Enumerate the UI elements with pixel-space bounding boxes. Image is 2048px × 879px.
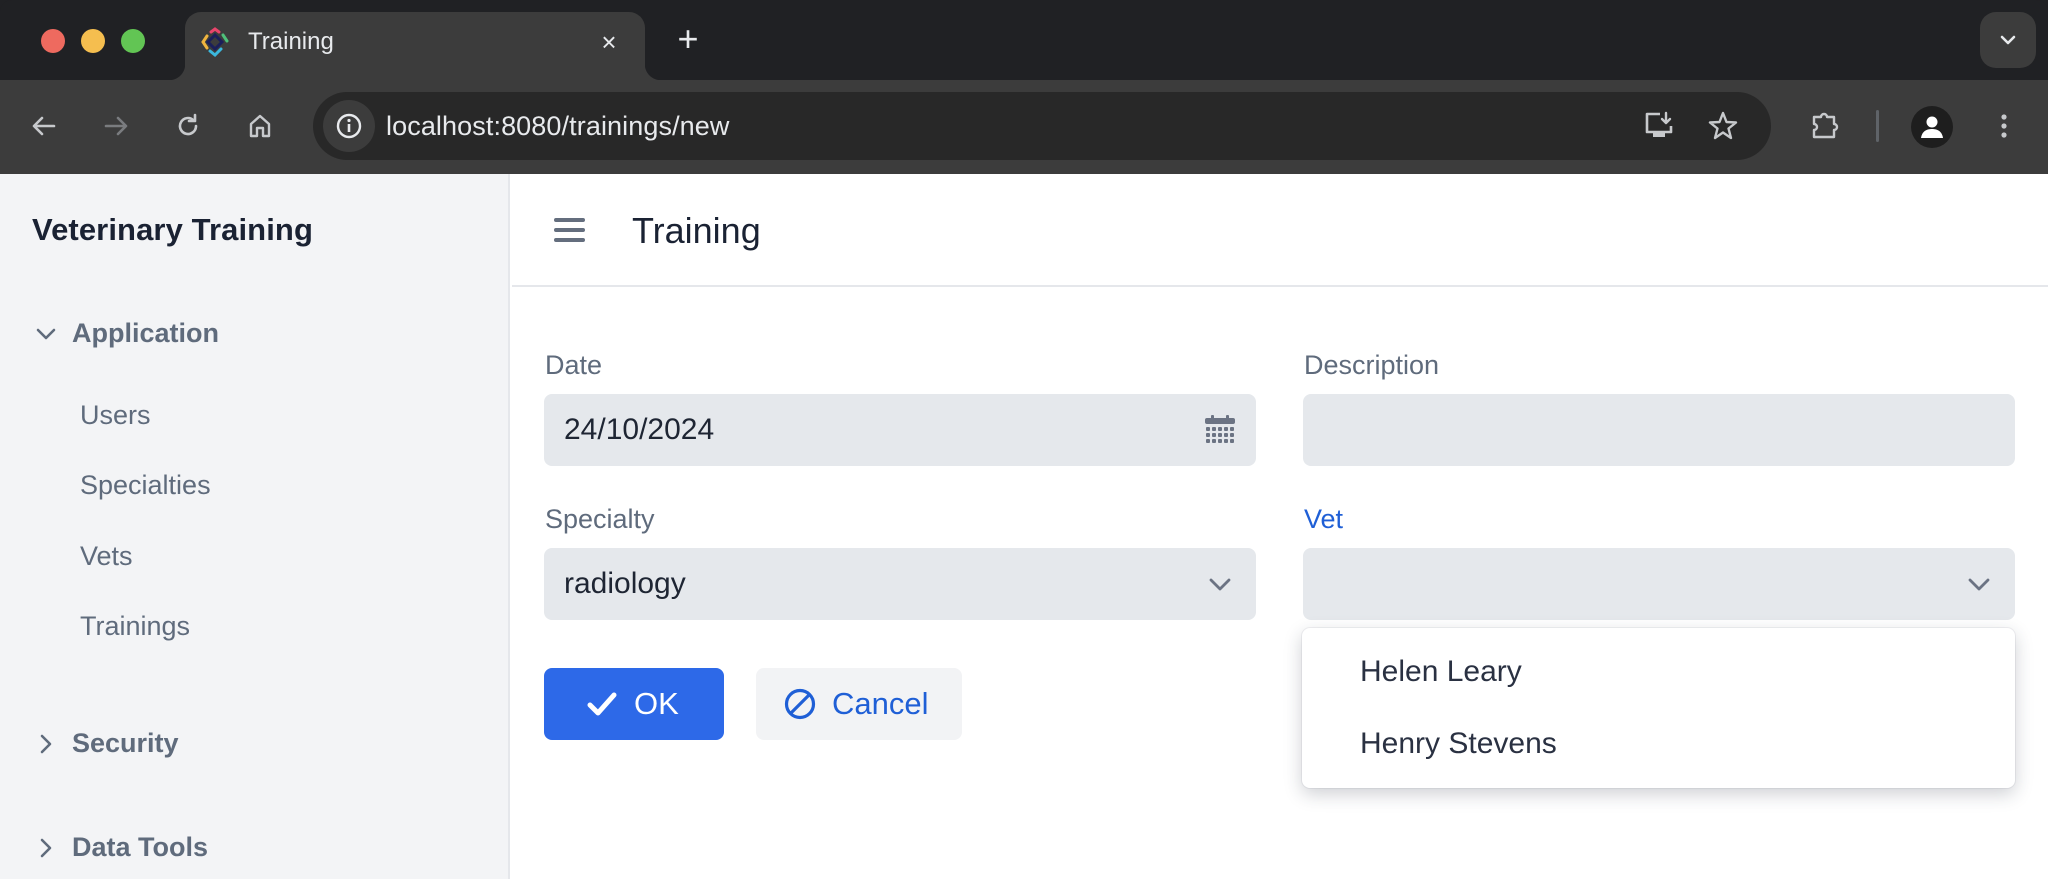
menu-toggle-button[interactable] bbox=[552, 214, 588, 246]
install-desktop-icon bbox=[1645, 111, 1673, 137]
sidebar-group-security[interactable]: Security bbox=[32, 728, 179, 759]
specialty-select[interactable]: radiology bbox=[544, 548, 1256, 620]
reload-icon bbox=[178, 113, 198, 136]
sidebar-group-label: Security bbox=[72, 728, 179, 758]
main-area: Training Date 24/10/2024 Description Spe… bbox=[512, 174, 2048, 879]
new-tab-button[interactable]: + bbox=[668, 20, 708, 60]
sidebar-item-trainings[interactable]: Trainings bbox=[80, 611, 190, 642]
toolbar-divider bbox=[1876, 110, 1879, 142]
arrow-left-icon bbox=[32, 116, 56, 136]
back-button[interactable] bbox=[20, 102, 68, 150]
browser-menu-button[interactable] bbox=[1980, 102, 2028, 150]
browser-toolbar: localhost:8080/trainings/new bbox=[0, 80, 2048, 174]
check-icon bbox=[584, 686, 620, 722]
forward-button[interactable] bbox=[92, 102, 140, 150]
sidebar-group-label: Application bbox=[72, 318, 219, 348]
tab-close-icon[interactable]: × bbox=[593, 26, 625, 58]
vet-dropdown-list: Helen Leary Henry Stevens bbox=[1302, 628, 2015, 788]
bookmark-button[interactable] bbox=[1699, 102, 1747, 150]
app-favicon-icon bbox=[201, 27, 229, 58]
url-text[interactable]: localhost:8080/trainings/new bbox=[386, 92, 730, 160]
date-field[interactable]: 24/10/2024 bbox=[544, 394, 1256, 466]
window-minimize-button[interactable] bbox=[81, 29, 105, 53]
browser-tab-active[interactable]: Training × bbox=[169, 12, 661, 80]
page-content: Veterinary Training Application Users Sp… bbox=[0, 174, 2048, 879]
window-close-button[interactable] bbox=[41, 29, 65, 53]
site-info-button[interactable] bbox=[323, 100, 375, 152]
window-zoom-button[interactable] bbox=[121, 29, 145, 53]
extensions-button[interactable] bbox=[1801, 102, 1849, 150]
sidebar-group-data-tools[interactable]: Data Tools bbox=[32, 832, 208, 863]
sidebar-item-users[interactable]: Users bbox=[80, 400, 151, 431]
sidebar-item-vets[interactable]: Vets bbox=[80, 541, 133, 572]
calendar-icon[interactable] bbox=[1204, 414, 1236, 446]
app-title: Veterinary Training bbox=[32, 212, 314, 247]
specialty-label: Specialty bbox=[545, 504, 655, 534]
arrow-right-icon bbox=[104, 116, 128, 136]
vet-label: Vet bbox=[1304, 504, 1344, 534]
install-app-button[interactable] bbox=[1635, 102, 1683, 150]
browser-window: Training × + localhost:8080/trainings/ne… bbox=[0, 0, 2048, 879]
chevron-down-icon bbox=[1963, 568, 1995, 600]
info-icon bbox=[336, 113, 362, 139]
vet-select[interactable] bbox=[1303, 548, 2015, 620]
tab-strip: Training × + bbox=[0, 0, 2048, 80]
chevron-right-icon bbox=[32, 834, 60, 862]
vet-option[interactable]: Henry Stevens bbox=[1302, 708, 2015, 780]
puzzle-icon bbox=[1812, 112, 1839, 139]
profile-avatar[interactable] bbox=[1911, 106, 1953, 148]
chevron-right-icon bbox=[32, 730, 60, 758]
ok-button[interactable]: OK bbox=[544, 668, 724, 740]
page-title: Training bbox=[632, 210, 761, 251]
date-label: Date bbox=[545, 350, 603, 380]
star-icon bbox=[1708, 111, 1738, 140]
description-field[interactable] bbox=[1303, 394, 2015, 466]
page-header: Training bbox=[512, 174, 2048, 287]
sidebar-group-label: Data Tools bbox=[72, 832, 209, 862]
person-icon bbox=[1921, 116, 1943, 138]
chevron-down-icon bbox=[1204, 568, 1236, 600]
cancel-label: Cancel bbox=[832, 686, 929, 721]
sidebar-group-application[interactable]: Application bbox=[32, 318, 219, 349]
sidebar-item-specialties[interactable]: Specialties bbox=[80, 470, 211, 501]
tab-search-button[interactable] bbox=[1980, 12, 2036, 68]
date-value: 24/10/2024 bbox=[564, 413, 715, 446]
ok-label: OK bbox=[634, 686, 679, 721]
home-button[interactable] bbox=[236, 102, 284, 150]
specialty-value: radiology bbox=[564, 567, 686, 600]
home-icon bbox=[249, 114, 271, 138]
chevron-down-icon bbox=[32, 320, 60, 348]
description-label: Description bbox=[1304, 350, 1440, 380]
reload-button[interactable] bbox=[164, 102, 212, 150]
tab-title: Training bbox=[248, 28, 334, 55]
more-vert-icon bbox=[2001, 114, 2007, 138]
address-bar[interactable]: localhost:8080/trainings/new bbox=[313, 92, 1771, 160]
vet-option[interactable]: Helen Leary bbox=[1302, 636, 2015, 708]
cancel-button[interactable]: Cancel bbox=[756, 668, 962, 740]
sidebar: Veterinary Training Application Users Sp… bbox=[0, 174, 510, 879]
ban-icon bbox=[782, 686, 818, 722]
chevron-down-icon bbox=[2000, 35, 2016, 45]
